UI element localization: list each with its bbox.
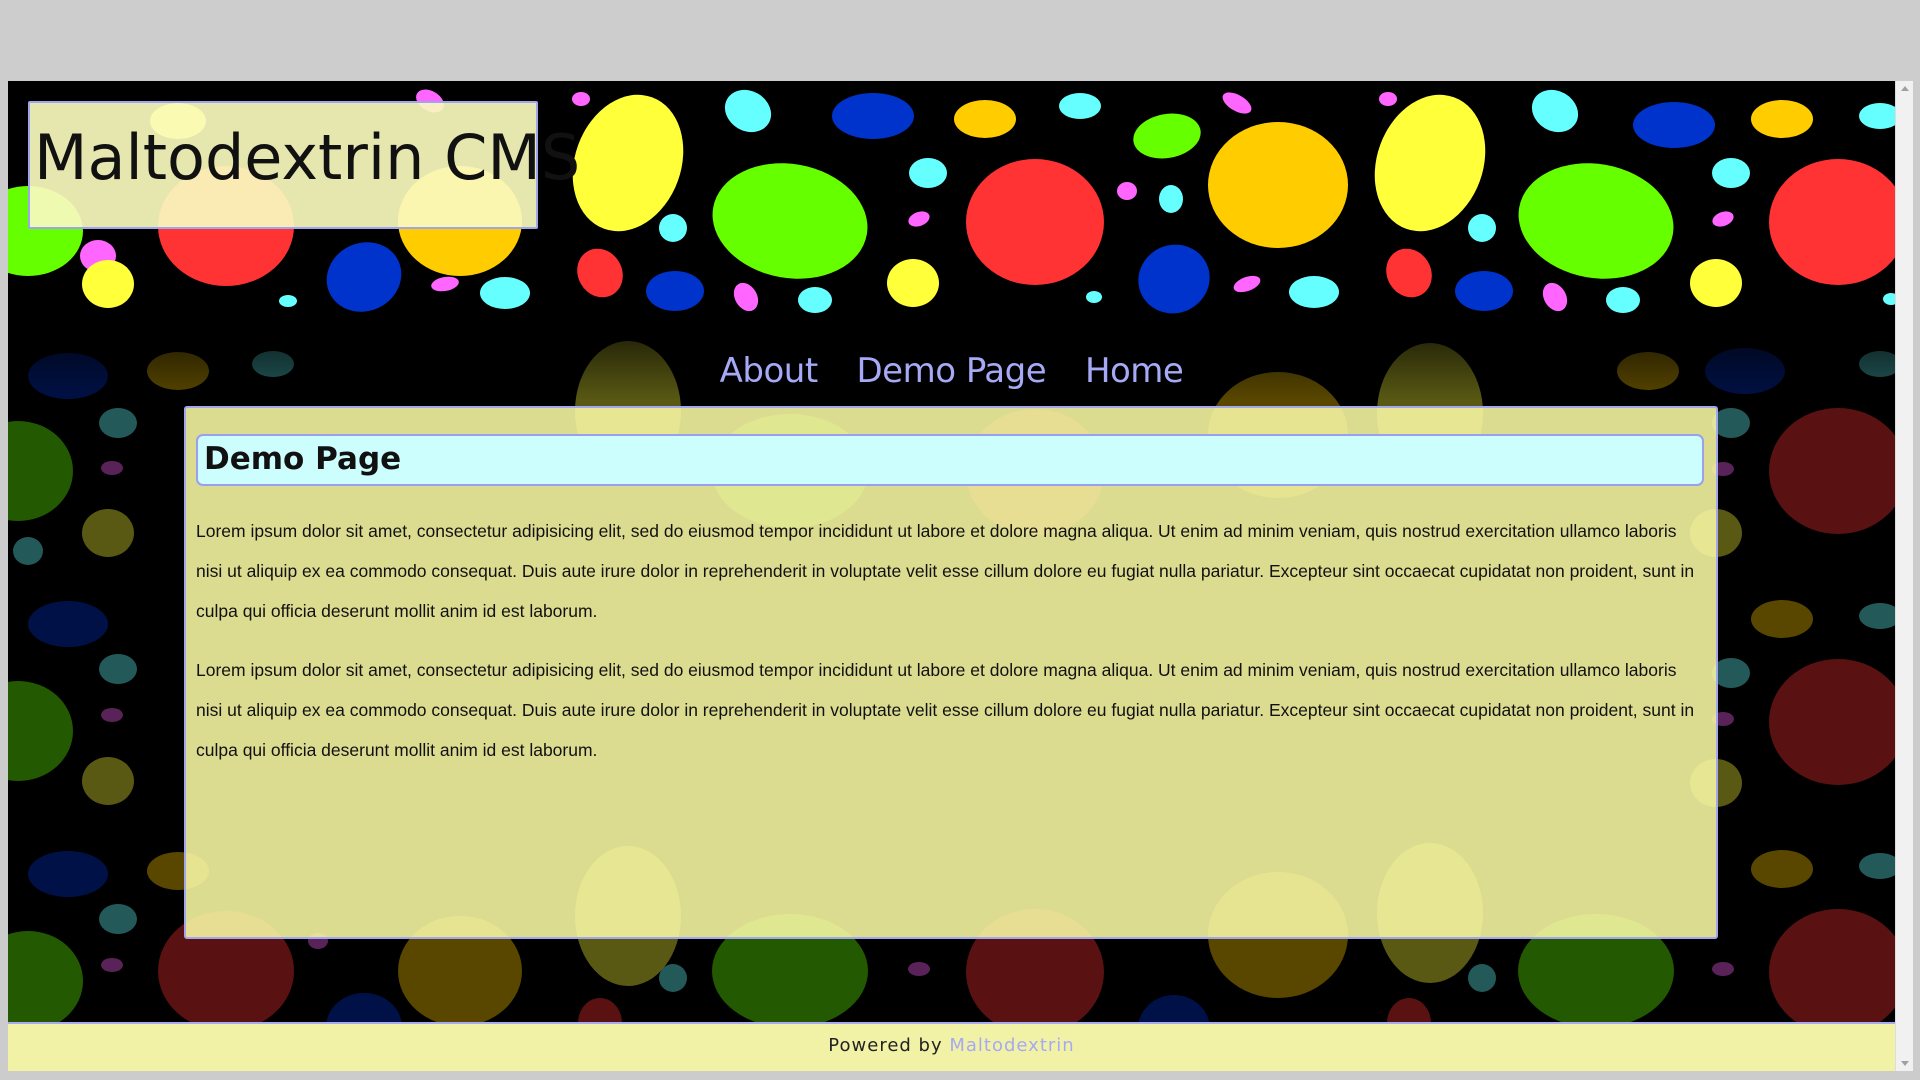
browser-chrome-top [0, 0, 1920, 81]
scroll-down-arrow-icon[interactable] [1901, 1061, 1909, 1066]
content-paragraph: Lorem ipsum dolor sit amet, consectetur … [196, 521, 1695, 621]
nav-link-about[interactable]: About [720, 351, 819, 391]
site-title-box[interactable]: Maltodextrin CMS [28, 101, 580, 229]
site-title[interactable]: Maltodextrin CMS [34, 121, 580, 194]
footer-powered-by-text: Powered by [828, 1035, 950, 1056]
browser-chrome-bottom [0, 1071, 1920, 1080]
footer-maltodextrin-link[interactable]: Maltodextrin [949, 1035, 1074, 1056]
scroll-up-arrow-icon[interactable] [1901, 86, 1909, 91]
main-nav: About Demo Page Home [8, 351, 1895, 391]
web-page: Maltodextrin CMS About Demo Page Home De… [8, 81, 1895, 1071]
content-panel: Demo Page Lorem ipsum dolor sit amet, co… [184, 406, 1718, 939]
page-heading: Demo Page [204, 441, 402, 477]
nav-link-demo-page[interactable]: Demo Page [856, 351, 1046, 391]
site-footer: Powered by Maltodextrin [8, 1022, 1895, 1071]
content-paragraph: Lorem ipsum dolor sit amet, consectetur … [196, 660, 1695, 760]
page-heading-box: Demo Page [196, 434, 1704, 486]
nav-link-home[interactable]: Home [1085, 351, 1184, 391]
vertical-scrollbar[interactable] [1895, 81, 1913, 1071]
